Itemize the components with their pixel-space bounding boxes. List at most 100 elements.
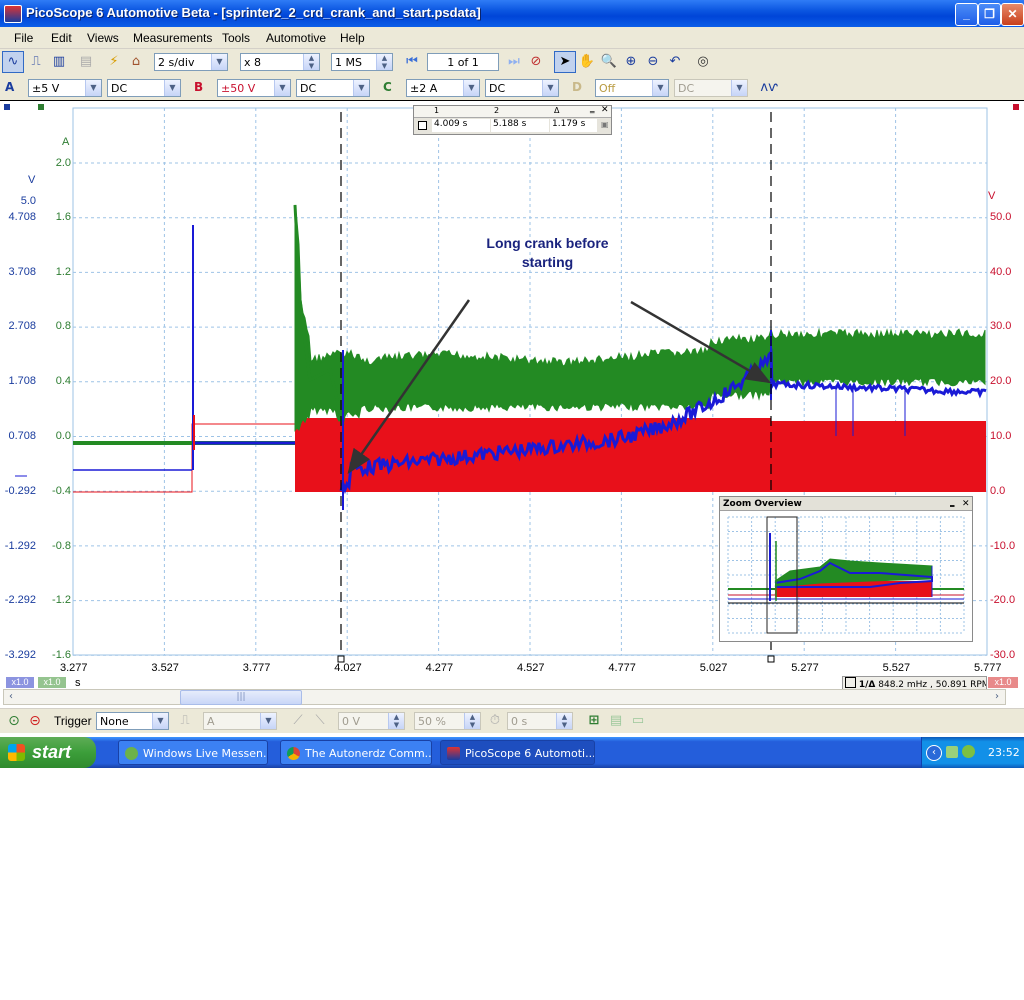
zoom-in-icon[interactable]: ⊕ xyxy=(620,51,642,73)
pointer-tool-icon[interactable]: ➤ xyxy=(554,51,576,73)
channel-b-letter[interactable]: B xyxy=(194,80,203,94)
channel-c-range-select[interactable]: ±2 A ▼ xyxy=(406,79,480,97)
channel-a-tick-label: 2.708 xyxy=(8,320,36,332)
spectrum-mode-icon[interactable]: ▥ xyxy=(48,51,70,73)
scroll-left-icon[interactable]: ‹ xyxy=(4,690,18,704)
channel-a-offset-marker[interactable] xyxy=(4,104,10,110)
channel-a-range-select[interactable]: ±5 V ▼ xyxy=(28,79,102,97)
time-tick-label: 4.777 xyxy=(608,662,636,674)
taskbar-item-label: Windows Live Messen... xyxy=(143,747,268,760)
channel-b-tick-label: 10.0 xyxy=(990,430,1012,442)
ie-icon[interactable] xyxy=(962,745,975,758)
trigger-mode-select[interactable]: None ▼ xyxy=(96,712,169,730)
zoom-overview-title: Zoom Overview xyxy=(723,499,802,509)
zoom-factor-stepper[interactable]: x 8 ▲ ▼ xyxy=(240,53,320,71)
stop-icon[interactable]: ⊝ xyxy=(24,710,46,732)
zoom-area-icon[interactable]: 🔍 xyxy=(598,51,620,73)
channel-c-tick-label: 0.8 xyxy=(55,320,71,332)
buffer-navigator[interactable]: 1 of 1 xyxy=(427,53,499,71)
menu-measurements[interactable]: Measurements xyxy=(133,31,212,45)
chevron-down-icon: ▼ xyxy=(164,80,180,96)
zoom-overview-thumbnail[interactable] xyxy=(720,511,972,641)
channel-a-tick-label: -0.292 xyxy=(4,485,36,497)
picoscope-app-icon[interactable] xyxy=(4,5,22,23)
time-tick-label: 5.277 xyxy=(791,662,819,674)
auto-setup-icon[interactable]: ⚡ xyxy=(103,51,125,73)
minimize-button[interactable]: _ xyxy=(955,3,978,26)
annotation-line-2: starting xyxy=(521,254,574,270)
hand-tool-icon[interactable]: ✋ xyxy=(576,51,598,73)
zoom-overview-panel[interactable]: Zoom Overview ‗ ✕ xyxy=(719,496,973,642)
network-icon[interactable] xyxy=(946,746,958,758)
channel-b-range-select[interactable]: ±50 V ▼ xyxy=(217,79,291,97)
run-icon[interactable]: ⊙ xyxy=(3,710,25,732)
chevron-down-icon: ▼ xyxy=(211,54,227,70)
scope-mode-icon[interactable]: ∿ xyxy=(2,51,24,73)
home-icon[interactable]: ⌂ xyxy=(125,51,147,73)
disabled-mode-icon: ▤ xyxy=(79,54,93,69)
channel-d-letter[interactable]: D xyxy=(572,80,582,94)
persistence-mode-icon[interactable]: ⎍ xyxy=(25,51,47,73)
buffer-overview-icon[interactable]: ⊘ xyxy=(525,51,547,73)
time-tick-label: 3.777 xyxy=(242,662,271,674)
time-tick-label: 5.527 xyxy=(882,662,911,674)
start-button[interactable]: start xyxy=(0,737,96,768)
zoom-overview-icon[interactable]: ◎ xyxy=(692,51,714,73)
next-buffer-icon[interactable]: ⏭ xyxy=(503,51,525,73)
channel-c-zoom-badge[interactable]: x1.0 xyxy=(38,677,66,688)
zoom-overview-header: Zoom Overview ‗ ✕ xyxy=(720,497,972,511)
channel-options-icon[interactable]: ʌⱱ xyxy=(758,77,780,99)
zoom-out-icon[interactable]: ⊖ xyxy=(642,51,664,73)
channel-c-coupling-select[interactable]: DC ▼ xyxy=(485,79,559,97)
timebase-select[interactable]: 2 s/div ▼ xyxy=(154,53,228,71)
menu-views[interactable]: Views xyxy=(87,31,119,45)
taskbar-item-browser[interactable]: The Autonerdz Comm... xyxy=(280,740,432,765)
ruler-table[interactable]: 1 2 Δ ‗ ✕ 4.009 s 5.188 s 1.179 s ▣ xyxy=(413,104,612,135)
scrollbar-thumb[interactable]: ||| xyxy=(180,690,302,705)
menu-edit[interactable]: Edit xyxy=(51,31,72,45)
zoom-close-icon[interactable]: ✕ xyxy=(962,497,970,511)
ruler-close-icon[interactable]: ✕ xyxy=(601,105,609,115)
channel-a-coupling-select[interactable]: DC ▼ xyxy=(107,79,181,97)
previous-buffer-icon[interactable]: ⏮ xyxy=(401,51,423,73)
taskbar-item-messenger[interactable]: Windows Live Messen... xyxy=(118,740,268,765)
channel-c-letter[interactable]: C xyxy=(383,80,392,94)
channel-d-range-select[interactable]: Off ▼ xyxy=(595,79,669,97)
taskbar-item-label: PicoScope 6 Automoti... xyxy=(465,747,595,760)
lock-icon[interactable]: ▣ xyxy=(601,120,609,129)
ruler-minimize-icon[interactable]: ‗ xyxy=(590,104,595,114)
add-measurement-icon[interactable]: ⊞ xyxy=(583,710,605,732)
channel-d-coupling-select: DC ▼ xyxy=(674,79,748,97)
tray-expand-icon[interactable]: ‹ xyxy=(926,745,942,761)
samples-stepper[interactable]: 1 MS ▲ ▼ xyxy=(331,53,393,71)
menu-tools[interactable]: Tools xyxy=(222,31,250,45)
windows-logo-icon xyxy=(8,744,25,761)
zoom-minimize-icon[interactable]: ‗ xyxy=(950,496,955,510)
channel-b-coupling-select[interactable]: DC ▼ xyxy=(296,79,370,97)
channel-c-offset-marker[interactable] xyxy=(38,104,44,110)
channel-a-zoom-badge[interactable]: x1.0 xyxy=(6,677,34,688)
trigger-source-select: A ▼ xyxy=(203,712,277,730)
channel-b-zoom-badge[interactable]: x1.0 xyxy=(988,677,1018,688)
ruler-col-1: 1 xyxy=(434,106,440,115)
close-button[interactable]: ✕ xyxy=(1001,3,1024,26)
stepper-icon: ▲ ▼ xyxy=(464,713,480,729)
undo-zoom-icon[interactable]: ↶ xyxy=(664,51,686,73)
menu-file[interactable]: File xyxy=(14,31,33,45)
channel-b-offset-marker[interactable] xyxy=(1013,104,1019,110)
menu-help[interactable]: Help xyxy=(340,31,365,45)
maximize-button[interactable]: ❐ xyxy=(978,3,1001,26)
trigger-position-stepper: 50 % ▲ ▼ xyxy=(414,712,481,730)
chevron-down-icon: ▼ xyxy=(731,80,747,96)
channel-a-letter[interactable]: A xyxy=(5,80,14,94)
scroll-right-icon[interactable]: › xyxy=(990,690,1004,704)
stepper-icon: ▲ ▼ xyxy=(376,54,392,70)
taskbar-item-picoscope[interactable]: PicoScope 6 Automoti... xyxy=(440,740,595,765)
channel-c-tick-label: -1.6 xyxy=(52,649,71,661)
voltage-unit-left-label: V xyxy=(28,174,36,186)
ruler-legend-icon xyxy=(418,121,427,130)
chevron-down-icon: ▼ xyxy=(542,80,558,96)
time-tick-label: 4.027 xyxy=(334,662,362,674)
horizontal-scrollbar[interactable]: ‹ ||| › xyxy=(3,689,1006,705)
menu-automotive[interactable]: Automotive xyxy=(266,31,326,45)
